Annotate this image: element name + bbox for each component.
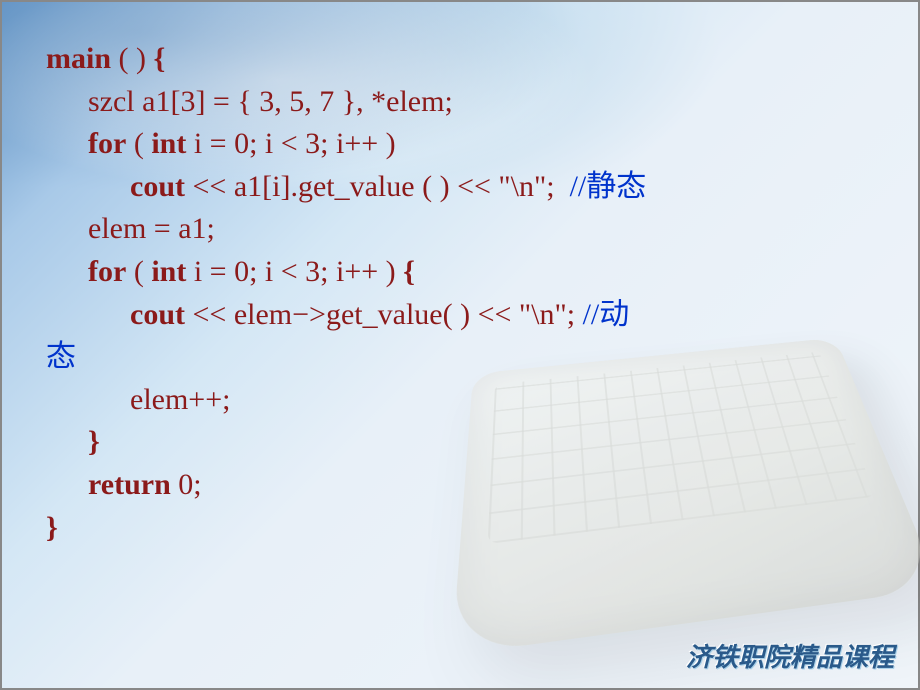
code-line-3: for ( int i = 0; i < 3; i++ ): [46, 123, 874, 166]
comment-dynamic-part1: //动: [583, 298, 630, 331]
code-line-7-wrap: 态: [46, 336, 874, 379]
watermark-text: 济铁职院精品课程: [686, 637, 894, 674]
keyword-for: for: [88, 255, 126, 288]
code-block: main ( ) { szcl a1[3] = { 3, 5, 7 }, *el…: [46, 38, 874, 549]
keyword-cout: cout: [130, 298, 185, 331]
keyword-main: main: [46, 42, 111, 75]
code-line-10: return 0;: [46, 464, 874, 507]
keyword-for: for: [88, 127, 126, 160]
keyword-cout: cout: [130, 170, 185, 203]
code-line-2: szcl a1[3] = { 3, 5, 7 }, *elem;: [46, 81, 874, 124]
code-line-11: }: [46, 507, 874, 550]
keyword-int: int: [151, 127, 186, 160]
code-line-8: elem++;: [46, 379, 874, 422]
code-line-6: for ( int i = 0; i < 3; i++ ) {: [46, 251, 874, 294]
keyword-int: int: [151, 255, 186, 288]
keyword-return: return: [88, 468, 171, 501]
code-line-7: cout << elem−>get_value( ) << "\n"; //动: [46, 294, 874, 337]
code-line-5: elem = a1;: [46, 208, 874, 251]
code-line-4: cout << a1[i].get_value ( ) << "\n"; //静…: [46, 166, 874, 209]
code-line-1: main ( ) {: [46, 38, 874, 81]
comment-dynamic-part2: 态: [46, 336, 874, 379]
code-line-9: }: [46, 421, 874, 464]
comment-static: //静态: [570, 170, 647, 203]
